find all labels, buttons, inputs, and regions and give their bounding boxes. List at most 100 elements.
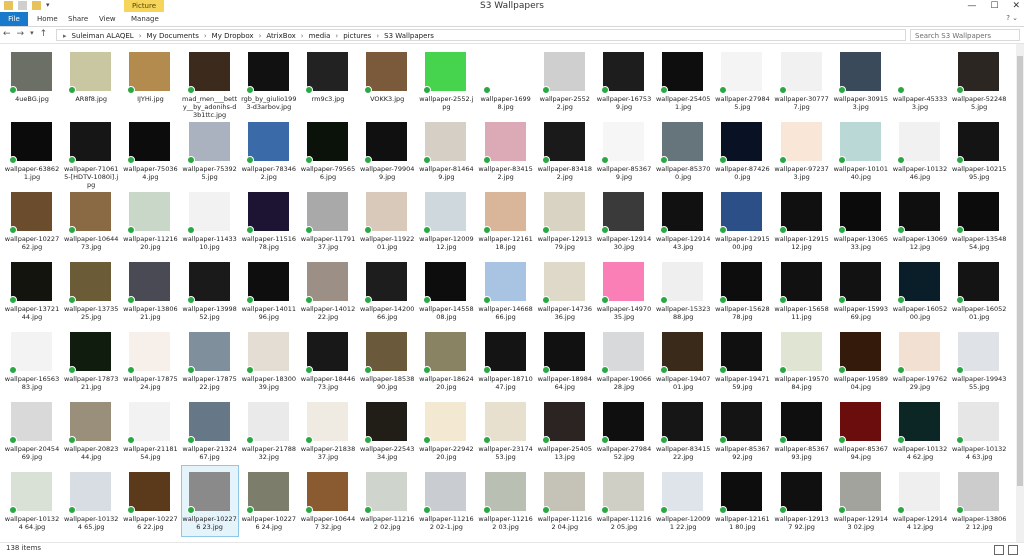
file-item[interactable]: wallpaper-101324 63.jpg	[951, 396, 1007, 466]
file-item[interactable]: wallpaper-783462.jpg	[241, 116, 297, 186]
file-item[interactable]: wallpaper-1976229.jpg	[892, 326, 948, 396]
file-item[interactable]: wallpaper-1373525.jpg	[63, 256, 119, 326]
file-item[interactable]: wallpaper-1291430.jpg	[596, 186, 652, 256]
search-input[interactable]: Search S3 Wallpapers	[910, 29, 1020, 41]
file-item[interactable]: wallpaper-1291379.jpg	[537, 186, 593, 256]
file-item[interactable]: wallpaper-1871047.jpg	[478, 326, 534, 396]
file-item[interactable]: wallpaper-1372144.jpg	[4, 256, 60, 326]
file-item[interactable]: wallpaper-2045469.jpg	[4, 396, 60, 466]
file-item[interactable]: wallpaper-2082344.jpg	[63, 396, 119, 466]
file-item[interactable]: wallpaper-1291500.jpg	[714, 186, 770, 256]
file-item[interactable]: wallpaper-2183837.jpg	[300, 396, 356, 466]
close-button[interactable]: ✕	[1012, 0, 1020, 12]
file-item[interactable]: wallpaper-254051.jpg	[655, 46, 711, 116]
file-item[interactable]: wallpaper-309153.jpg	[833, 46, 889, 116]
file-item[interactable]: wallpaper-1497035.jpg	[596, 256, 652, 326]
file-item[interactable]: IJYHi.jpg	[122, 46, 178, 116]
tab-share[interactable]: Share	[68, 12, 88, 26]
file-item[interactable]: wallpaper-1862420.jpg	[418, 326, 474, 396]
file-item[interactable]: wallpaper-1401196.jpg	[241, 256, 297, 326]
file-item[interactable]: wallpaper-25522.jpg	[537, 46, 593, 116]
file-item[interactable]: wallpaper-1562878.jpg	[714, 256, 770, 326]
file-item[interactable]: wallpaper-1940701.jpg	[655, 326, 711, 396]
file-item[interactable]: wallpaper-1192201.jpg	[359, 186, 415, 256]
file-item[interactable]: wallpaper-279845.jpg	[714, 46, 770, 116]
breadcrumb-item[interactable]: My Documents	[144, 30, 202, 40]
file-item[interactable]: wallpaper-1399852.jpg	[182, 256, 238, 326]
file-item[interactable]: wallpaper-307777.jpg	[774, 46, 830, 116]
file-item[interactable]: wallpaper-121611 80.jpg	[714, 466, 770, 536]
file-item[interactable]: wallpaper-853700.jpg	[655, 116, 711, 186]
file-item[interactable]: wallpaper-1532388.jpg	[655, 256, 711, 326]
file-item[interactable]: wallpaper-834182.jpg	[537, 116, 593, 186]
file-item[interactable]: wallpaper-1064473.jpg	[63, 186, 119, 256]
help-button[interactable]: ? ⌄	[1006, 14, 1018, 22]
chevron-down-icon[interactable]: ▾	[30, 29, 34, 39]
file-item[interactable]: wallpaper-2254334.jpg	[359, 396, 415, 466]
file-item[interactable]: wallpaper-8341522.jpg	[655, 396, 711, 466]
file-item[interactable]: wallpaper-2540513.jpg	[537, 396, 593, 466]
file-item[interactable]: wallpaper-453333.jpg	[892, 46, 948, 116]
file-item[interactable]: 4ueBG.jpg	[4, 46, 60, 116]
up-icon[interactable]: ↑	[40, 29, 48, 39]
file-item[interactable]: wallpaper-1787321.jpg	[63, 326, 119, 396]
file-item[interactable]: wallpaper-8536793.jpg	[774, 396, 830, 466]
file-item[interactable]: wallpaper-799049.jpg	[359, 116, 415, 186]
tab-home[interactable]: Home	[37, 12, 58, 26]
file-item[interactable]: wallpaper-1179137.jpg	[300, 186, 356, 256]
file-item[interactable]: VOKK3.jpg	[359, 46, 415, 116]
breadcrumb[interactable]: ▸ Suleiman ALAQEL › My Documents › My Dr…	[56, 29, 906, 41]
forward-icon[interactable]: →	[17, 29, 25, 39]
file-item[interactable]: wallpaper-102276 22.jpg	[122, 466, 178, 536]
breadcrumb-item[interactable]: S3 Wallpapers	[381, 30, 437, 40]
file-item[interactable]: wallpaper-1022762.jpg	[4, 186, 60, 256]
file-item[interactable]: wallpaper-1380621.jpg	[122, 256, 178, 326]
file-item[interactable]: wallpaper-1565811.jpg	[774, 256, 830, 326]
file-item[interactable]: wallpaper-1844673.jpg	[300, 326, 356, 396]
file-item[interactable]: wallpaper-1957084.jpg	[774, 326, 830, 396]
file-item[interactable]: wallpaper-112162 05.jpg	[596, 466, 652, 536]
file-item[interactable]: wallpaper-1473636.jpg	[537, 256, 593, 326]
file-item[interactable]: wallpaper-834152.jpg	[478, 116, 534, 186]
breadcrumb-item[interactable]: media	[306, 30, 334, 40]
breadcrumb-item[interactable]: Suleiman ALAQEL	[69, 30, 137, 40]
file-item[interactable]: wallpaper-795656.jpg	[300, 116, 356, 186]
file-item[interactable]: wallpaper-1200912.jpg	[418, 186, 474, 256]
file-item[interactable]: wallpaper-101324 64.jpg	[4, 466, 60, 536]
file-item[interactable]: wallpaper-1216118.jpg	[478, 186, 534, 256]
breadcrumb-item[interactable]: pictures	[340, 30, 374, 40]
file-item[interactable]: wallpaper-1121620.jpg	[122, 186, 178, 256]
file-item[interactable]: wallpaper-2178832.jpg	[241, 396, 297, 466]
file-item[interactable]: wallpaper-1898464.jpg	[537, 326, 593, 396]
file-item[interactable]: wallpaper-1420066.jpg	[359, 256, 415, 326]
file-item[interactable]: wallpaper-129143 02.jpg	[833, 466, 889, 536]
file-item[interactable]: wallpaper-1306912.jpg	[892, 186, 948, 256]
file-item[interactable]: wallpaper-112162 02.jpg	[359, 466, 415, 536]
file-item[interactable]: wallpaper-112162 03.jpg	[478, 466, 534, 536]
vertical-scrollbar[interactable]	[1016, 44, 1024, 542]
file-item[interactable]: wallpaper-1151678.jpg	[241, 186, 297, 256]
file-item[interactable]: wallpaper-753925.jpg	[182, 116, 238, 186]
file-item[interactable]: wallpaper-522485.jpg	[951, 46, 1007, 116]
file-item[interactable]: wallpaper-2798452.jpg	[596, 396, 652, 466]
file-item[interactable]: wallpaper-16998.jpg	[478, 46, 534, 116]
file-item[interactable]: wallpaper-1021595.jpg	[951, 116, 1007, 186]
large-icons-view-icon[interactable]	[1008, 545, 1018, 555]
file-item[interactable]: wallpaper-8536794.jpg	[833, 396, 889, 466]
file-item[interactable]: rm9c3.jpg	[300, 46, 356, 116]
file-item[interactable]: wallpaper-1013246.jpg	[892, 116, 948, 186]
file-item[interactable]: wallpaper-1466866.jpg	[478, 256, 534, 326]
file-item[interactable]: wallpaper-1656383.jpg	[4, 326, 60, 396]
tab-view[interactable]: View	[99, 12, 116, 26]
details-view-icon[interactable]	[994, 545, 1004, 555]
file-item[interactable]: wallpaper-1830039.jpg	[241, 326, 297, 396]
file-item[interactable]: rgb_by_giulio1993-d3arbov.jpg	[241, 46, 297, 116]
back-icon[interactable]: ←	[3, 29, 11, 39]
file-item[interactable]: wallpaper-638621.jpg	[4, 116, 60, 186]
file-item[interactable]: wallpaper-106447 32.jpg	[300, 466, 356, 536]
file-item[interactable]: wallpaper-1599369.jpg	[833, 256, 889, 326]
file-item[interactable]: wallpaper-750364.jpg	[122, 116, 178, 186]
maximize-button[interactable]: ☐	[990, 0, 998, 12]
file-item[interactable]: wallpaper-1605200.jpg	[892, 256, 948, 326]
file-item[interactable]: wallpaper-1906628.jpg	[596, 326, 652, 396]
